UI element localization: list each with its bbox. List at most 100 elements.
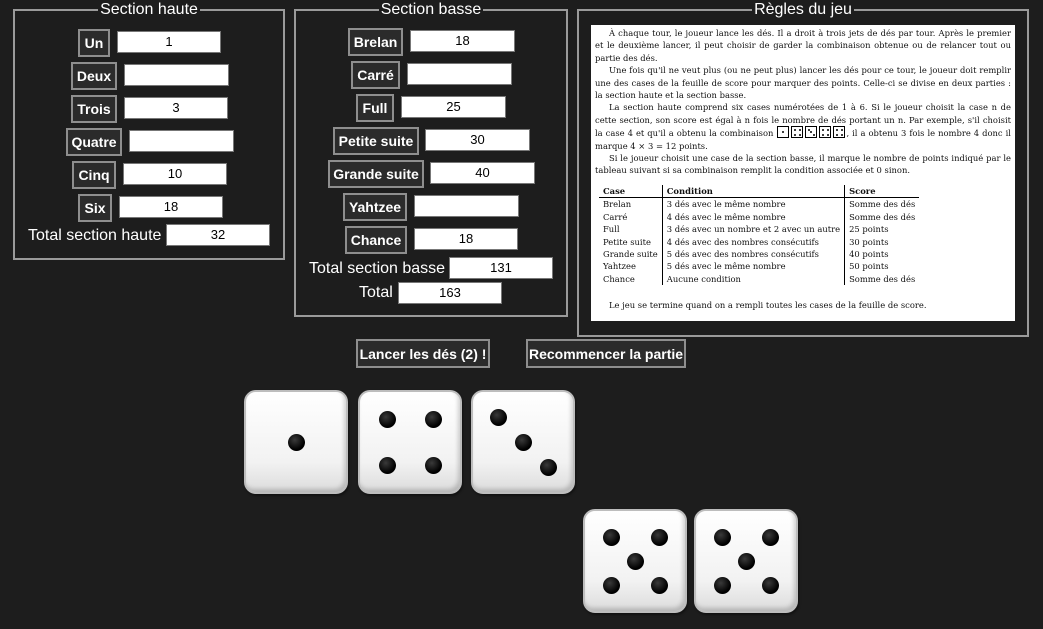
table-header-score: Score — [844, 184, 920, 199]
lower-value-carre[interactable] — [407, 63, 512, 85]
lower-label-yahtzee[interactable]: Yahtzee — [343, 193, 407, 221]
scoring-table-header: Case Condition Score — [599, 184, 920, 199]
rules-endnote: Le jeu se termine quand on a rempli tout… — [609, 300, 927, 311]
table-header-condition: Condition — [662, 184, 846, 199]
die-5[interactable] — [694, 509, 798, 613]
rules-legend: Règles du jeu — [754, 1, 852, 18]
lower-label-brelan[interactable]: Brelan — [348, 28, 403, 56]
lower-label-carre[interactable]: Carré — [351, 61, 400, 89]
die-pip — [713, 576, 731, 594]
upper-value-six[interactable]: 18 — [119, 196, 223, 218]
table-header-case: Case — [599, 184, 663, 199]
die-pip — [287, 433, 305, 451]
table-cell-condition: 3 dés avec le même nombre — [662, 197, 846, 211]
table-cell-condition: 4 dés avec des nombres consécutifs — [662, 235, 846, 248]
rules-document: À chaque tour, le joueur lance les dés. … — [591, 25, 1015, 321]
die-pip — [378, 410, 396, 428]
rules-paragraph-3: La section haute comprend six cases numé… — [595, 101, 1011, 152]
upper-value-un[interactable]: 1 — [117, 31, 221, 53]
lower-label-grande-suite[interactable]: Grande suite — [328, 160, 424, 188]
lower-label-petite-suite[interactable]: Petite suite — [333, 127, 419, 155]
table-cell-case: Brelan — [599, 197, 663, 211]
table-row: Yahtzee 5 dés avec le même nombre 50 point… — [599, 260, 919, 273]
lower-label-full[interactable]: Full — [356, 94, 394, 122]
lower-value-yahtzee[interactable] — [414, 195, 519, 217]
table-cell-condition: 4 dés avec le même nombre — [662, 210, 846, 224]
upper-value-trois[interactable]: 3 — [124, 97, 228, 119]
die-pip — [737, 552, 755, 570]
upper-label-quatre[interactable]: Quatre — [66, 128, 122, 156]
rules-paragraph-4: Si le joueur choisit une case de la sect… — [595, 153, 1011, 176]
table-cell-score: Somme des dés — [849, 199, 916, 210]
table-row: Chance Aucune condition Somme des dés — [599, 272, 919, 286]
table-cell-score: 40 points — [849, 248, 889, 259]
die-4[interactable] — [583, 509, 687, 613]
rules-paragraph-2: Une fois qu'il ne veut plus (ou ne peut … — [595, 65, 1011, 101]
table-cell-case: Petite suite — [599, 235, 663, 248]
rules-paragraph-1: À chaque tour, le joueur lance les dés. … — [595, 28, 1011, 63]
grand-total-label: Total — [359, 284, 393, 301]
die-pip — [602, 576, 620, 594]
table-row: Brelan 3 dés avec le même nombre Somme des… — [599, 197, 919, 211]
upper-label-trois[interactable]: Trois — [71, 95, 117, 123]
die-1[interactable] — [244, 390, 348, 494]
table-cell-score: Somme des dés — [849, 211, 916, 222]
table-cell-case: Carré — [599, 210, 663, 224]
upper-label-un[interactable]: Un — [78, 29, 110, 57]
roll-dice-button[interactable]: Lancer les dés (2) ! — [356, 339, 490, 368]
die-pip — [650, 576, 668, 594]
lower-value-brelan[interactable]: 18 — [410, 30, 515, 52]
restart-game-button[interactable]: Recommencer la partie — [526, 339, 686, 368]
lower-label-chance[interactable]: Chance — [345, 226, 407, 254]
die-3[interactable] — [471, 390, 575, 494]
mini-die-icon — [791, 126, 804, 139]
die-pip — [514, 433, 532, 451]
upper-label-deux[interactable]: Deux — [71, 62, 117, 90]
lower-total-label: Total section basse — [309, 260, 446, 277]
table-row: Petite suite 4 dés avec des nombres consé… — [599, 235, 919, 248]
lower-value-full[interactable]: 25 — [401, 96, 506, 118]
die-pip — [626, 552, 644, 570]
die-2[interactable] — [358, 390, 462, 494]
table-cell-score: 50 points — [849, 261, 889, 272]
table-cell-case: Chance — [599, 272, 663, 286]
table-row: Full 3 dés avec un nombre et 2 avec un au… — [599, 223, 919, 236]
table-cell-case: Full — [599, 223, 663, 236]
table-cell-condition: 3 dés avec un nombre et 2 avec un autre — [662, 223, 846, 236]
upper-label-cinq[interactable]: Cinq — [72, 161, 116, 189]
grand-total-value: 163 — [398, 282, 502, 304]
table-row: Grande suite 5 dés avec des nombres consé… — [599, 247, 919, 261]
mini-die-icon — [833, 126, 846, 139]
lower-section-legend: Section basse — [380, 1, 482, 18]
table-cell-score: 30 points — [849, 236, 889, 247]
table-row: Carré 4 dés avec le même nombre Somme des … — [599, 210, 919, 224]
upper-value-cinq[interactable]: 10 — [123, 163, 227, 185]
upper-total-value: 32 — [166, 224, 270, 246]
die-pip — [713, 528, 731, 546]
upper-label-six[interactable]: Six — [78, 194, 112, 222]
table-cell-case: Yahtzee — [599, 260, 663, 273]
lower-value-grande-suite[interactable]: 40 — [430, 162, 535, 184]
upper-section-legend: Section haute — [100, 1, 198, 18]
table-cell-condition: 5 dés avec le même nombre — [662, 260, 846, 273]
die-pip — [424, 456, 442, 474]
upper-total-label: Total section haute — [28, 227, 162, 244]
lower-value-chance[interactable]: 18 — [414, 228, 518, 250]
lower-total-value: 131 — [449, 257, 553, 279]
lower-value-petite-suite[interactable]: 30 — [425, 129, 530, 151]
mini-die-icon — [805, 126, 818, 139]
die-pip — [424, 410, 442, 428]
die-pip — [378, 456, 396, 474]
table-cell-case: Grande suite — [599, 247, 663, 261]
table-cell-condition: 5 dés avec des nombres consécutifs — [662, 247, 846, 261]
die-pip — [761, 528, 779, 546]
die-pip — [602, 528, 620, 546]
upper-value-quatre[interactable] — [129, 130, 234, 152]
upper-value-deux[interactable] — [124, 64, 229, 86]
die-pip — [539, 458, 557, 476]
example-dice-combination — [776, 126, 846, 139]
die-pip — [489, 408, 507, 426]
die-pip — [650, 528, 668, 546]
mini-die-icon — [777, 126, 790, 139]
table-cell-score: 25 points — [849, 224, 889, 235]
